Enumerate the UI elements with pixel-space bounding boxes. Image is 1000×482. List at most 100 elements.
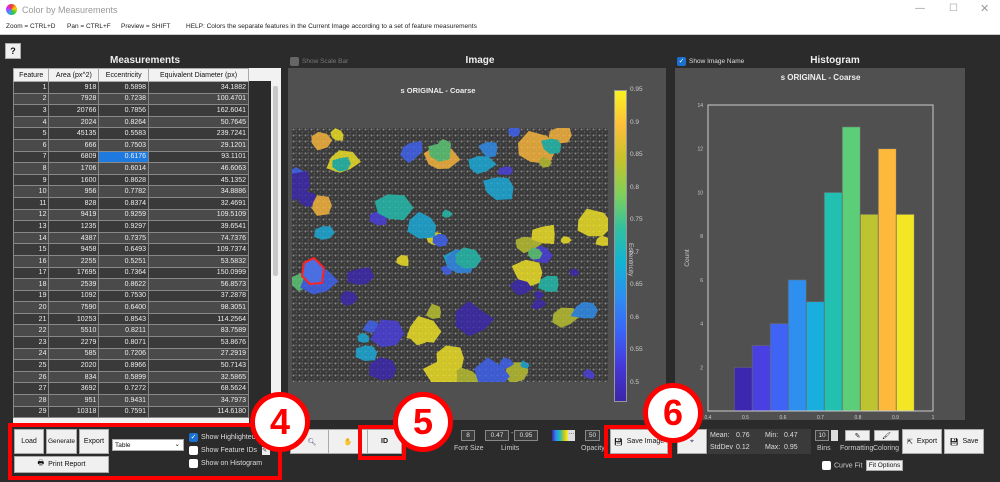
segmented-image[interactable] (292, 128, 608, 382)
table-scrollbar[interactable] (273, 86, 278, 276)
table-cell[interactable]: 0.7503 (98, 138, 150, 152)
table-cell[interactable]: 1 (13, 81, 50, 94)
table-cell[interactable]: 0.8211 (98, 324, 150, 338)
table-cell[interactable]: 39.6541 (148, 220, 249, 233)
column-header[interactable]: Equivalent Diameter (px) (148, 68, 249, 82)
show-image-name-checkbox[interactable]: ✓ Show Image Name (677, 57, 744, 66)
histogram-bar[interactable] (877, 148, 897, 412)
limit-min-field[interactable]: 0.47 (485, 430, 509, 441)
table-cell[interactable]: 951 (48, 394, 100, 407)
table-cell[interactable]: 5 (13, 127, 50, 140)
table-cell[interactable]: 50.7143 (148, 359, 249, 372)
table-cell[interactable]: 53.5832 (148, 254, 249, 268)
table-cell[interactable]: 0.6493 (98, 243, 150, 256)
curve-fit-checkbox[interactable]: Curve Fit (822, 461, 862, 470)
table-row[interactable]: 23 2279 0.8071 53.8676 (13, 336, 249, 349)
table-cell[interactable]: 34.1882 (148, 81, 249, 94)
table-row[interactable]: 14 4387 0.7375 74.7376 (13, 231, 249, 245)
table-cell[interactable]: 56.8573 (148, 278, 249, 291)
histogram-bar[interactable] (841, 126, 861, 412)
table-cell[interactable]: 2279 (48, 336, 100, 349)
table-cell[interactable]: 34.8886 (148, 185, 249, 198)
table-cell[interactable]: 9 (13, 173, 50, 187)
histogram-bar[interactable] (751, 345, 771, 412)
table-row[interactable]: 27 3692 0.7272 68.5624 (13, 382, 249, 396)
column-header[interactable]: Eccentricity (98, 68, 150, 82)
table-cell[interactable]: 18 (13, 278, 50, 291)
table-cell[interactable]: 0.8374 (98, 196, 150, 210)
table-cell[interactable]: 6 (13, 138, 50, 152)
table-cell[interactable]: 1092 (48, 289, 100, 303)
help-button[interactable]: ? (5, 43, 21, 59)
table-cell[interactable]: 98.3051 (148, 301, 249, 314)
table-cell[interactable]: 0.7364 (98, 266, 150, 280)
table-cell[interactable]: 2024 (48, 115, 100, 129)
table-cell[interactable]: 1706 (48, 162, 100, 175)
table-cell[interactable]: 0.8628 (98, 173, 150, 187)
table-cell[interactable]: 68.5624 (148, 382, 249, 396)
table-cell[interactable]: 19 (13, 289, 50, 303)
table-cell[interactable]: 16 (13, 254, 50, 268)
table-cell[interactable]: 17695 (48, 266, 100, 280)
table-cell[interactable]: 0.9259 (98, 208, 150, 222)
histogram-save-button[interactable]: 💾︎ Save (944, 429, 984, 454)
table-cell[interactable]: 24 (13, 347, 50, 361)
table-cell[interactable]: 74.7376 (148, 231, 249, 245)
table-cell[interactable]: 1235 (48, 220, 100, 233)
histogram-bar[interactable] (733, 366, 753, 412)
table-row[interactable]: 13 1235 0.9297 39.6541 (13, 220, 249, 233)
show-scale-bar-checkbox[interactable]: Show Scale Bar (290, 57, 348, 66)
histogram-bar[interactable] (769, 323, 789, 412)
table-row[interactable]: 19 1092 0.7530 37.2878 (13, 289, 249, 303)
table-row[interactable]: 29 10318 0.7591 114.6180 (13, 405, 249, 419)
table-cell[interactable]: 0.5583 (98, 127, 150, 140)
table-row[interactable]: 16 2255 0.5251 53.5832 (13, 254, 249, 268)
table-cell[interactable]: 32.5865 (148, 370, 249, 384)
table-cell[interactable]: 585 (48, 347, 100, 361)
table-cell[interactable]: 0.8543 (98, 312, 150, 326)
table-cell[interactable]: 239.7241 (148, 127, 249, 140)
table-cell[interactable]: 4387 (48, 231, 100, 245)
table-cell[interactable]: 21 (13, 312, 50, 326)
table-cell[interactable]: 10253 (48, 312, 100, 326)
table-cell[interactable]: 17 (13, 266, 50, 280)
table-cell[interactable]: 0.5898 (98, 81, 150, 94)
table-cell[interactable]: 2 (13, 92, 50, 106)
table-row[interactable]: 3 20766 0.7856 162.6041 (13, 104, 249, 117)
table-row[interactable]: 17 17695 0.7364 150.0999 (13, 266, 249, 280)
table-cell[interactable]: 20 (13, 301, 50, 314)
coloring-button[interactable]: 🖌︎ (874, 430, 899, 441)
table-cell[interactable]: 0.7206 (98, 347, 150, 361)
table-cell[interactable]: 0.7856 (98, 104, 150, 117)
table-cell[interactable]: 0.7782 (98, 185, 150, 198)
fit-options-button[interactable]: Fit Options (866, 460, 903, 471)
table-cell[interactable]: 26 (13, 370, 50, 384)
histogram-bar[interactable] (895, 213, 915, 412)
table-cell[interactable]: 114.2564 (148, 312, 249, 326)
table-row[interactable]: 21 10253 0.8543 114.2564 (13, 312, 249, 326)
table-row[interactable]: 10 956 0.7782 34.8886 (13, 185, 249, 198)
close-icon[interactable]: ✕ (980, 2, 989, 15)
opacity-field[interactable]: 50 (585, 430, 600, 441)
table-cell[interactable]: 53.8676 (148, 336, 249, 349)
table-row[interactable]: 20 7590 0.6400 98.3051 (13, 301, 249, 314)
table-row[interactable]: 12 9419 0.9259 109.5109 (13, 208, 249, 222)
bins-more-button[interactable] (831, 430, 838, 441)
table-cell[interactable]: 9419 (48, 208, 100, 222)
table-cell[interactable]: 0.8264 (98, 115, 150, 129)
table-cell[interactable]: 0.6400 (98, 301, 150, 314)
table-cell[interactable]: 2255 (48, 254, 100, 268)
table-cell[interactable]: 114.6180 (148, 405, 249, 419)
table-cell[interactable]: 0.8966 (98, 359, 150, 372)
table-row[interactable]: 8 1706 0.6014 46.6063 (13, 162, 249, 175)
table-cell[interactable]: 27 (13, 382, 50, 396)
table-cell[interactable]: 0.9297 (98, 220, 150, 233)
table-cell[interactable]: 29 (13, 405, 50, 419)
table-cell[interactable]: 11 (13, 196, 50, 210)
table-row[interactable]: 22 5510 0.8211 83.7589 (13, 324, 249, 338)
table-row[interactable]: 9 1600 0.8628 45.1352 (13, 173, 249, 187)
table-row[interactable]: 15 9458 0.6493 109.7374 (13, 243, 249, 256)
table-cell[interactable]: 150.0999 (148, 266, 249, 280)
formatting-button[interactable]: ✎ (845, 430, 870, 441)
table-cell[interactable]: 22 (13, 324, 50, 338)
